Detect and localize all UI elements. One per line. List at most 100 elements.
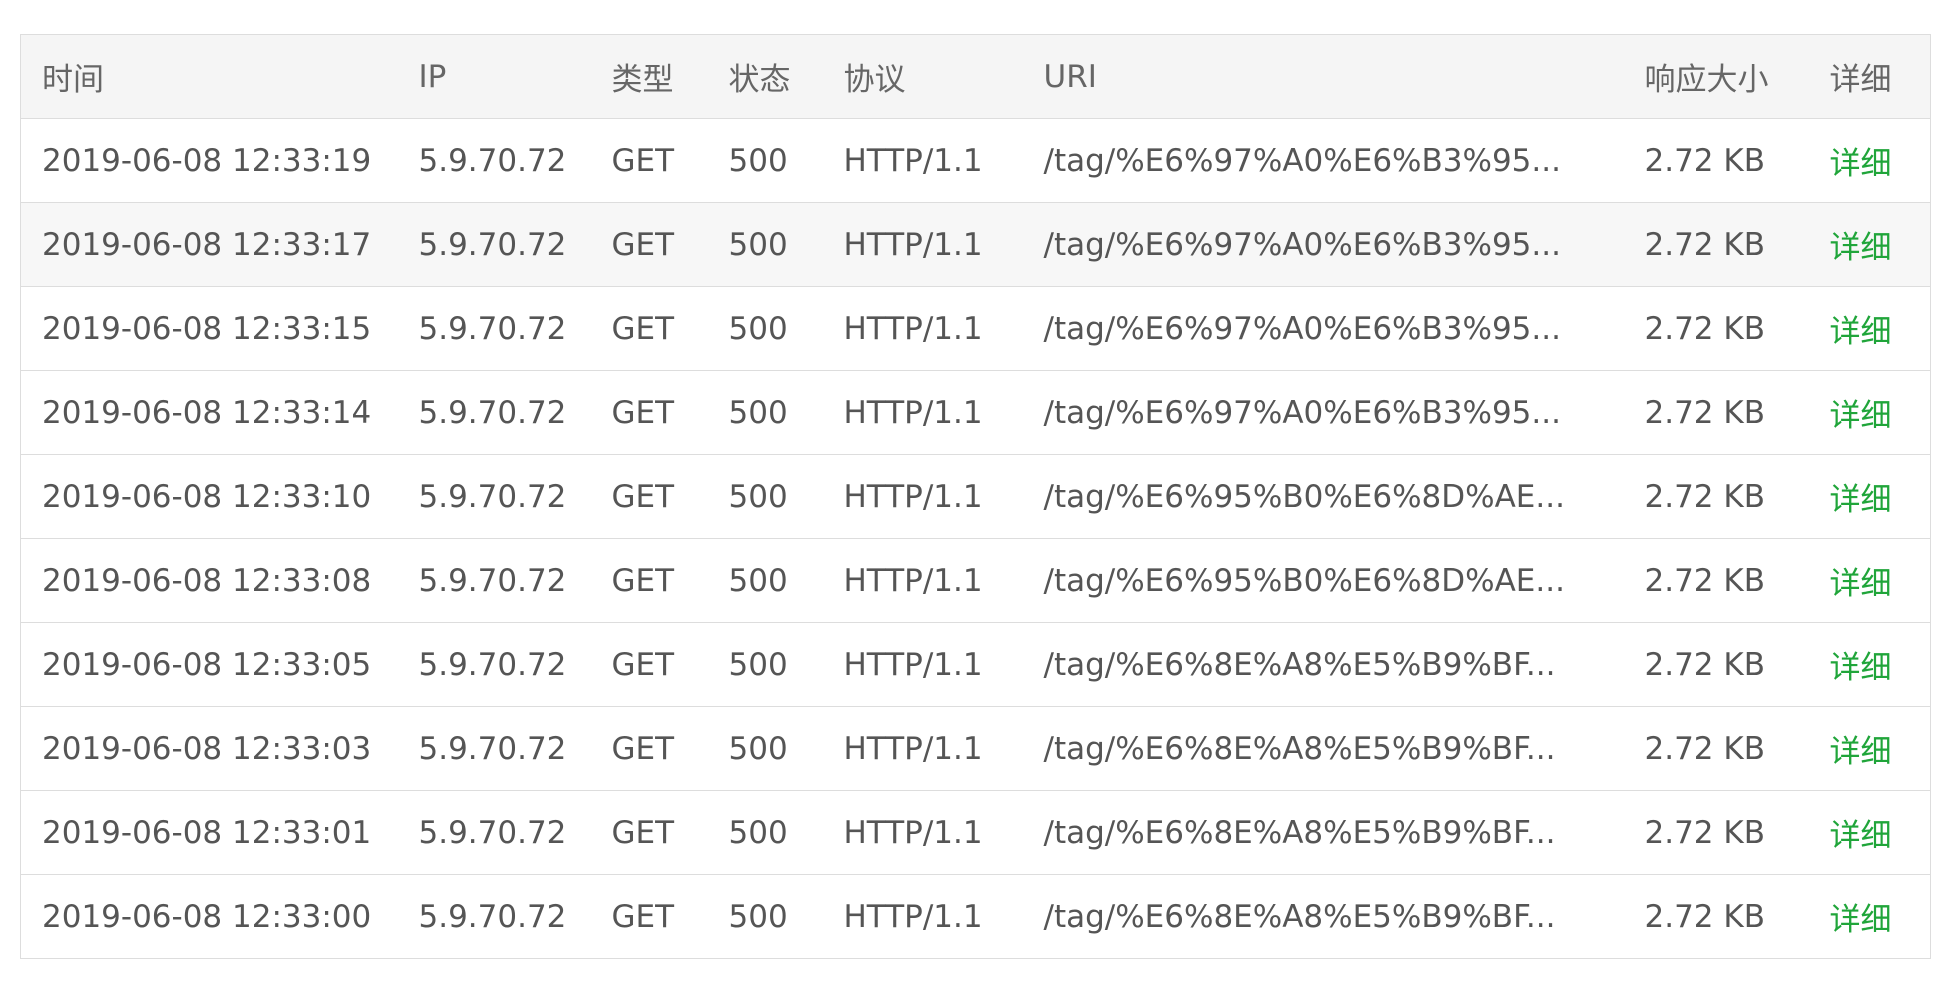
cell-uri: /tag/%E6%95%B0%E6%8D%AE... — [1043, 562, 1565, 599]
detail-link[interactable]: 详细 — [1830, 566, 1892, 602]
cell-protocol: HTTP/1.1 — [843, 226, 983, 263]
cell-detail: 详细 — [1809, 875, 1931, 959]
cell-size: 2.72 KB — [1644, 394, 1765, 431]
cell-time: 2019-06-08 12:33:05 — [42, 646, 372, 683]
cell-type: GET — [611, 562, 675, 599]
column-header-status: 状态 — [707, 34, 823, 119]
table-row: 2019-06-08 12:33:08 5.9.70.72 GET 500 HT… — [20, 539, 1931, 623]
detail-link[interactable]: 详细 — [1830, 482, 1892, 518]
cell-uri: /tag/%E6%8E%A8%E5%B9%BF... — [1043, 814, 1556, 851]
cell-type: GET — [611, 310, 675, 347]
cell-status: 500 — [728, 814, 788, 851]
detail-link[interactable]: 详细 — [1830, 734, 1892, 770]
table-row: 2019-06-08 12:33:03 5.9.70.72 GET 500 HT… — [20, 707, 1931, 791]
cell-status: 500 — [728, 310, 788, 347]
cell-detail: 详细 — [1809, 455, 1931, 539]
cell-uri: /tag/%E6%8E%A8%E5%B9%BF... — [1043, 646, 1556, 683]
column-header-type: 类型 — [590, 34, 708, 119]
cell-protocol: HTTP/1.1 — [843, 814, 983, 851]
column-header-protocol: 协议 — [822, 34, 1023, 119]
access-log-table: 时间 IP 类型 状态 协议 URI 响应大小 详细 2019-06-08 12… — [20, 34, 1931, 959]
cell-ip: 5.9.70.72 — [418, 310, 567, 347]
cell-uri: /tag/%E6%97%A0%E6%B3%95... — [1043, 394, 1561, 431]
cell-detail: 详细 — [1809, 707, 1931, 791]
table-body: 2019-06-08 12:33:19 5.9.70.72 GET 500 HT… — [20, 119, 1931, 959]
detail-link[interactable]: 详细 — [1830, 146, 1892, 182]
cell-detail: 详细 — [1809, 119, 1931, 203]
cell-protocol: HTTP/1.1 — [843, 730, 983, 767]
cell-status: 500 — [728, 562, 788, 599]
cell-type: GET — [611, 730, 675, 767]
cell-detail: 详细 — [1809, 623, 1931, 707]
cell-protocol: HTTP/1.1 — [843, 142, 983, 179]
cell-status: 500 — [728, 898, 788, 935]
table-row: 2019-06-08 12:33:14 5.9.70.72 GET 500 HT… — [20, 371, 1931, 455]
cell-status: 500 — [728, 646, 788, 683]
cell-ip: 5.9.70.72 — [418, 394, 567, 431]
detail-link[interactable]: 详细 — [1830, 818, 1892, 854]
cell-size: 2.72 KB — [1644, 898, 1765, 935]
table-row: 2019-06-08 12:33:17 5.9.70.72 GET 500 HT… — [20, 202, 1931, 287]
cell-type: GET — [611, 814, 675, 851]
cell-uri: /tag/%E6%97%A0%E6%B3%95... — [1043, 310, 1561, 347]
cell-ip: 5.9.70.72 — [418, 730, 567, 767]
table-row: 2019-06-08 12:33:19 5.9.70.72 GET 500 HT… — [20, 119, 1931, 203]
table-row: 2019-06-08 12:33:01 5.9.70.72 GET 500 HT… — [20, 791, 1931, 875]
cell-protocol: HTTP/1.1 — [843, 898, 983, 935]
cell-status: 500 — [728, 478, 788, 515]
table-row: 2019-06-08 12:33:00 5.9.70.72 GET 500 HT… — [20, 875, 1931, 959]
cell-type: GET — [611, 394, 675, 431]
cell-ip: 5.9.70.72 — [418, 478, 567, 515]
cell-size: 2.72 KB — [1644, 562, 1765, 599]
cell-status: 500 — [728, 730, 788, 767]
cell-time: 2019-06-08 12:33:08 — [42, 562, 372, 599]
table-header-row: 时间 IP 类型 状态 协议 URI 响应大小 详细 — [20, 34, 1931, 119]
cell-detail: 详细 — [1809, 791, 1931, 875]
cell-size: 2.72 KB — [1644, 226, 1765, 263]
cell-ip: 5.9.70.72 — [418, 898, 567, 935]
cell-protocol: HTTP/1.1 — [843, 562, 983, 599]
cell-time: 2019-06-08 12:33:15 — [42, 310, 372, 347]
table-row: 2019-06-08 12:33:10 5.9.70.72 GET 500 HT… — [20, 455, 1931, 539]
cell-size: 2.72 KB — [1644, 478, 1765, 515]
cell-time: 2019-06-08 12:33:14 — [42, 394, 372, 431]
detail-link[interactable]: 详细 — [1830, 314, 1892, 350]
table-row: 2019-06-08 12:33:05 5.9.70.72 GET 500 HT… — [20, 623, 1931, 707]
cell-type: GET — [611, 478, 675, 515]
cell-ip: 5.9.70.72 — [418, 562, 567, 599]
cell-time: 2019-06-08 12:33:03 — [42, 730, 372, 767]
cell-time: 2019-06-08 12:33:00 — [42, 898, 372, 935]
detail-link[interactable]: 详细 — [1830, 398, 1892, 434]
cell-uri: /tag/%E6%8E%A8%E5%B9%BF... — [1043, 730, 1556, 767]
column-header-size: 响应大小 — [1623, 34, 1809, 119]
cell-ip: 5.9.70.72 — [418, 226, 567, 263]
cell-time: 2019-06-08 12:33:01 — [42, 814, 372, 851]
cell-detail: 详细 — [1809, 203, 1931, 287]
detail-link[interactable]: 详细 — [1830, 650, 1892, 686]
cell-time: 2019-06-08 12:33:17 — [42, 226, 372, 263]
cell-size: 2.72 KB — [1644, 730, 1765, 767]
cell-size: 2.72 KB — [1644, 646, 1765, 683]
column-header-detail: 详细 — [1808, 34, 1931, 119]
detail-link[interactable]: 详细 — [1830, 902, 1892, 938]
cell-status: 500 — [728, 394, 788, 431]
cell-detail: 详细 — [1809, 287, 1931, 371]
cell-size: 2.72 KB — [1644, 814, 1765, 851]
cell-size: 2.72 KB — [1644, 310, 1765, 347]
cell-uri: /tag/%E6%8E%A8%E5%B9%BF... — [1043, 898, 1556, 935]
cell-type: GET — [611, 226, 675, 263]
table-row: 2019-06-08 12:33:15 5.9.70.72 GET 500 HT… — [20, 287, 1931, 371]
column-header-uri: URI — [1022, 34, 1624, 119]
cell-detail: 详细 — [1809, 371, 1931, 455]
cell-uri: /tag/%E6%95%B0%E6%8D%AE... — [1043, 478, 1565, 515]
cell-ip: 5.9.70.72 — [418, 142, 567, 179]
detail-link[interactable]: 详细 — [1830, 230, 1892, 266]
cell-type: GET — [611, 898, 675, 935]
cell-type: GET — [611, 646, 675, 683]
cell-uri: /tag/%E6%97%A0%E6%B3%95... — [1043, 142, 1561, 179]
cell-protocol: HTTP/1.1 — [843, 478, 983, 515]
cell-protocol: HTTP/1.1 — [843, 394, 983, 431]
cell-status: 500 — [728, 226, 788, 263]
cell-ip: 5.9.70.72 — [418, 646, 567, 683]
cell-time: 2019-06-08 12:33:19 — [42, 142, 372, 179]
